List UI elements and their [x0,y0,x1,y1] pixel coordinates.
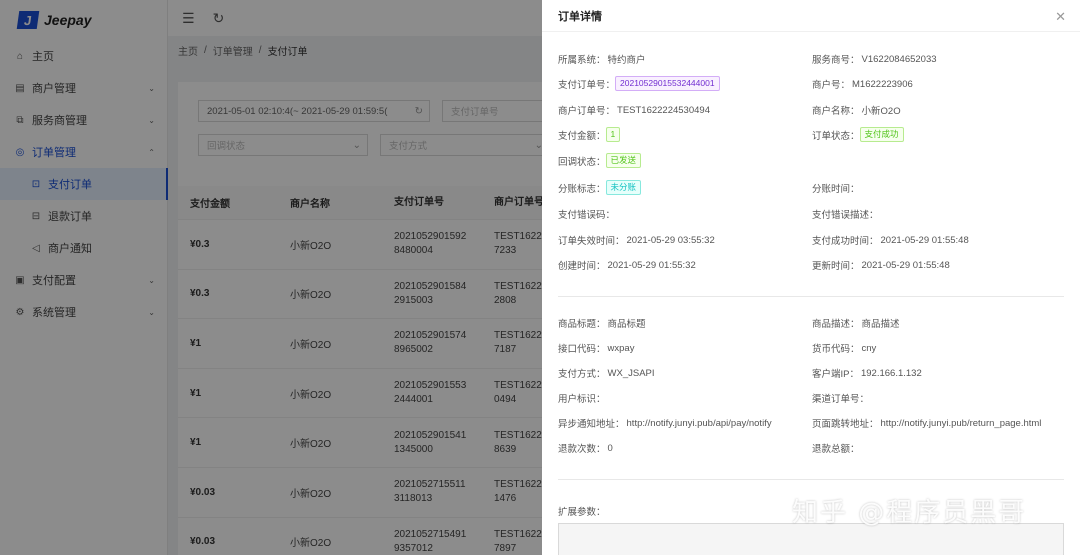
field-label: 页面跳转地址： [812,419,879,430]
field-label: 支付方式： [558,369,606,380]
field-value: 特约商户 [607,55,646,66]
section-divider [558,479,1064,480]
field-err-msg: 支付错误描述： [812,207,879,221]
field-value: 小新O2O [861,106,901,117]
field-value: WX_JSAPI [607,367,655,379]
field-user-id: 用户标识： [558,391,606,405]
field-label: 创建时间： [558,261,606,272]
field-pay-order-no: 支付订单号： 20210529015532444001 [558,76,720,91]
field-value: http://notify.junyi.pub/return_page.html [880,417,1042,429]
field-value: 2021-05-29 01:55:32 [607,259,696,271]
field-label: 退款总额： [812,444,860,455]
field-value: 2021-05-29 01:55:48 [861,259,950,271]
field-value: 2021-05-29 01:55:48 [880,234,969,246]
field-mch-no: 商户号： M1622223906 [812,77,913,92]
field-if-code: 接口代码： wxpay [558,341,635,356]
field-updated-at: 更新时间： 2021-05-29 01:55:48 [812,258,950,273]
field-client-ip: 客户端IP： 192.166.1.132 [812,366,922,381]
field-notify-url: 异步通知地址： http://notify.junyi.pub/api/pay/n… [558,416,772,431]
field-label: 更新时间： [812,261,860,272]
amount-tag: 1 [605,127,621,142]
field-label: 支付成功时间： [812,236,879,247]
field-label: 回调状态： [558,156,606,168]
field-label: 商品描述： [812,319,860,330]
field-provider-no: 服务商号： V1622084652033 [812,52,937,67]
field-label: 接口代码： [558,344,606,355]
field-refund-amount: 退款总额： [812,441,860,455]
field-value: 192.166.1.132 [860,367,922,379]
field-value: wxpay [607,342,635,354]
field-label: 客户端IP： [812,369,859,380]
field-err-code: 支付错误码： [558,207,615,221]
field-ext-param: 扩展参数： [558,504,606,518]
field-expire-time: 订单失效时间： 2021-05-29 03:55:32 [558,233,715,248]
field-label: 订单失效时间： [558,236,625,247]
field-label: 订单状态： [812,130,860,142]
field-body: 商品描述： 商品描述 [812,316,900,330]
field-label: 服务商号： [812,55,860,66]
close-icon[interactable]: ✕ [1055,9,1066,25]
field-refund-times: 退款次数： 0 [558,441,613,456]
notify-state-badge: 已发送 [605,153,642,168]
field-label: 支付订单号： [558,79,616,91]
field-label: 支付金额： [558,130,606,142]
field-system: 所属系统： 特约商户 [558,52,646,66]
field-subject: 商品标题： 商品标题 [558,316,646,330]
field-label: 分账时间： [812,184,860,195]
field-currency: 货币代码： cny [812,341,877,356]
field-created-at: 创建时间： 2021-05-29 01:55:32 [558,258,696,273]
field-label: 商户订单号： [558,106,616,117]
field-value: 2021-05-29 03:55:32 [626,234,715,246]
div-state-badge: 未分账 [605,180,642,195]
field-mch-name: 商户名称： 小新O2O [812,103,901,117]
field-return-url: 页面跳转地址： http://notify.junyi.pub/return_pa… [812,416,1042,431]
field-value: 商品标题 [607,319,646,330]
field-label: 商品标题： [558,319,606,330]
field-notify-state: 回调状态： 已发送 [558,153,642,168]
field-div-state: 分账标志： 未分账 [558,180,642,195]
section-divider [558,296,1064,297]
field-success-time: 支付成功时间： 2021-05-29 01:55:48 [812,233,969,248]
field-label: 分账标志： [558,183,606,195]
field-div-time: 分账时间： [812,181,862,195]
field-value: cny [861,342,877,354]
field-label: 商户名称： [812,106,860,117]
field-label: 支付错误描述： [812,210,879,221]
field-way-code: 支付方式： WX_JSAPI [558,366,655,381]
field-amount: 支付金额： 1 [558,127,621,142]
field-value: http://notify.junyi.pub/api/pay/notify [626,417,772,429]
watermark: 知乎 @程序员黑哥 [792,498,1027,528]
field-order-state: 订单状态： 支付成功 [812,127,904,142]
field-label: 货币代码： [812,344,860,355]
field-label: 异步通知地址： [558,419,625,430]
field-label: 渠道订单号： [812,394,870,405]
field-value: 0 [607,442,613,454]
pay-order-no-tag: 20210529015532444001 [615,76,720,91]
field-value: 商品描述 [861,319,900,330]
field-value: V1622084652033 [861,53,937,65]
field-label: 支付错误码： [558,210,616,221]
drawer-title: 订单详情 [542,0,1080,32]
order-state-badge: 支付成功 [859,127,904,142]
field-label: 用户标识： [558,394,606,405]
field-label: 退款次数： [558,444,606,455]
field-label: 所属系统： [558,55,606,66]
field-channel-order-no: 渠道订单号： [812,391,869,405]
field-label: 扩展参数： [558,507,606,518]
field-label: 商户号： [812,80,851,91]
field-mch-order-no: 商户订单号： TEST1622224530494 [558,103,710,118]
field-value: M1622223906 [852,78,913,90]
field-value: TEST1622224530494 [617,104,710,116]
order-detail-drawer: 订单详情 ✕ 所属系统： 特约商户 服务商号： V1622084652033 支付订… [542,0,1080,555]
